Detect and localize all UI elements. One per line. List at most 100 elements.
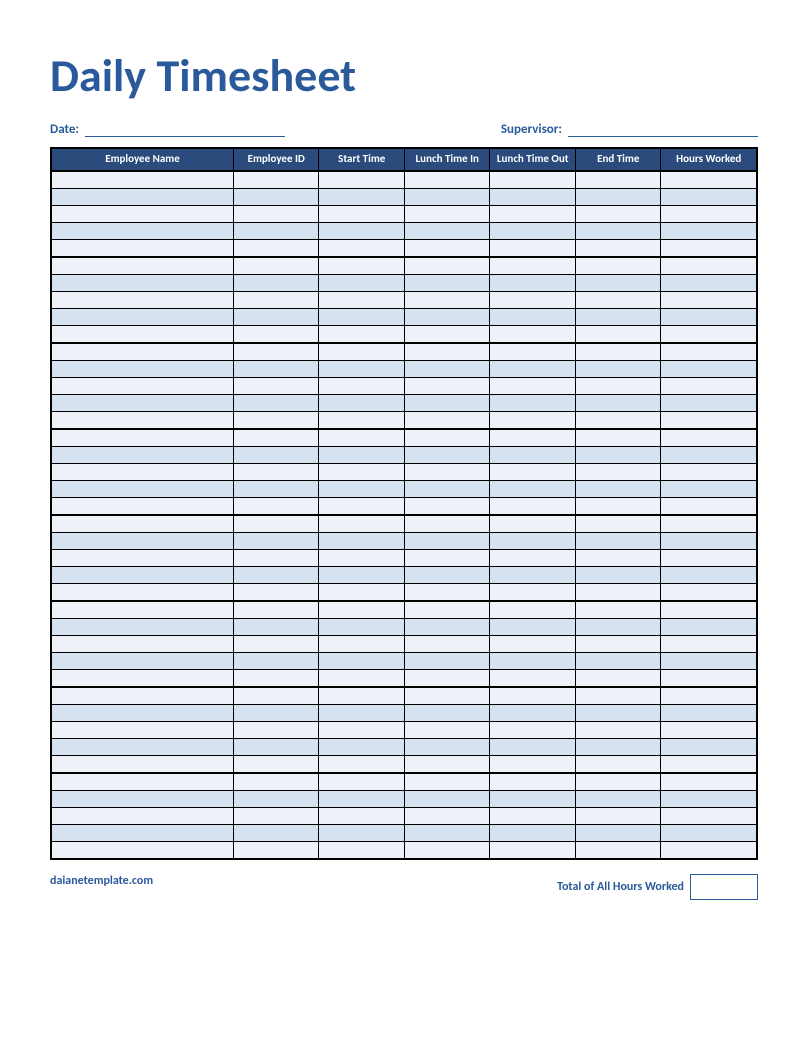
cell[interactable] <box>51 188 233 205</box>
cell[interactable] <box>404 755 490 773</box>
cell[interactable] <box>661 394 757 411</box>
cell[interactable] <box>51 532 233 549</box>
cell[interactable] <box>490 583 576 601</box>
cell[interactable] <box>404 171 490 189</box>
cell[interactable] <box>575 652 661 669</box>
cell[interactable] <box>661 343 757 361</box>
cell[interactable] <box>661 257 757 275</box>
cell[interactable] <box>319 377 405 394</box>
cell[interactable] <box>233 515 319 533</box>
cell[interactable] <box>661 377 757 394</box>
cell[interactable] <box>51 239 233 257</box>
cell[interactable] <box>404 807 490 824</box>
cell[interactable] <box>575 377 661 394</box>
cell[interactable] <box>661 171 757 189</box>
cell[interactable] <box>490 188 576 205</box>
cell[interactable] <box>319 790 405 807</box>
supervisor-input-line[interactable] <box>568 122 758 137</box>
cell[interactable] <box>661 652 757 669</box>
cell[interactable] <box>661 274 757 291</box>
cell[interactable] <box>404 411 490 429</box>
cell[interactable] <box>51 618 233 635</box>
cell[interactable] <box>319 429 405 447</box>
cell[interactable] <box>661 721 757 738</box>
cell[interactable] <box>233 669 319 687</box>
cell[interactable] <box>51 721 233 738</box>
cell[interactable] <box>404 291 490 308</box>
cell[interactable] <box>233 463 319 480</box>
cell[interactable] <box>51 291 233 308</box>
cell[interactable] <box>661 205 757 222</box>
cell[interactable] <box>233 325 319 343</box>
cell[interactable] <box>490 704 576 721</box>
cell[interactable] <box>490 618 576 635</box>
cell[interactable] <box>233 583 319 601</box>
cell[interactable] <box>661 618 757 635</box>
cell[interactable] <box>404 325 490 343</box>
cell[interactable] <box>233 446 319 463</box>
cell[interactable] <box>233 274 319 291</box>
cell[interactable] <box>319 652 405 669</box>
cell[interactable] <box>661 755 757 773</box>
cell[interactable] <box>661 687 757 705</box>
cell[interactable] <box>404 239 490 257</box>
cell[interactable] <box>233 790 319 807</box>
cell[interactable] <box>51 257 233 275</box>
cell[interactable] <box>490 463 576 480</box>
cell[interactable] <box>404 377 490 394</box>
cell[interactable] <box>404 669 490 687</box>
cell[interactable] <box>661 222 757 239</box>
cell[interactable] <box>661 291 757 308</box>
cell[interactable] <box>575 583 661 601</box>
cell[interactable] <box>51 755 233 773</box>
cell[interactable] <box>404 532 490 549</box>
cell[interactable] <box>233 635 319 652</box>
cell[interactable] <box>233 704 319 721</box>
cell[interactable] <box>319 394 405 411</box>
cell[interactable] <box>51 205 233 222</box>
cell[interactable] <box>319 480 405 497</box>
cell[interactable] <box>661 635 757 652</box>
cell[interactable] <box>319 222 405 239</box>
cell[interactable] <box>404 601 490 619</box>
cell[interactable] <box>319 463 405 480</box>
cell[interactable] <box>404 497 490 515</box>
cell[interactable] <box>404 738 490 755</box>
cell[interactable] <box>661 325 757 343</box>
cell[interactable] <box>575 549 661 566</box>
cell[interactable] <box>404 687 490 705</box>
cell[interactable] <box>233 171 319 189</box>
cell[interactable] <box>575 239 661 257</box>
cell[interactable] <box>51 601 233 619</box>
cell[interactable] <box>233 343 319 361</box>
cell[interactable] <box>51 274 233 291</box>
cell[interactable] <box>233 205 319 222</box>
cell[interactable] <box>575 532 661 549</box>
cell[interactable] <box>51 429 233 447</box>
cell[interactable] <box>575 360 661 377</box>
cell[interactable] <box>51 360 233 377</box>
cell[interactable] <box>233 377 319 394</box>
cell[interactable] <box>404 635 490 652</box>
cell[interactable] <box>575 635 661 652</box>
cell[interactable] <box>661 188 757 205</box>
cell[interactable] <box>233 721 319 738</box>
cell[interactable] <box>51 773 233 791</box>
cell[interactable] <box>404 583 490 601</box>
cell[interactable] <box>575 618 661 635</box>
cell[interactable] <box>661 704 757 721</box>
cell[interactable] <box>490 239 576 257</box>
cell[interactable] <box>490 635 576 652</box>
cell[interactable] <box>319 411 405 429</box>
cell[interactable] <box>319 325 405 343</box>
cell[interactable] <box>233 222 319 239</box>
cell[interactable] <box>51 704 233 721</box>
cell[interactable] <box>575 257 661 275</box>
total-value-box[interactable] <box>690 874 758 900</box>
cell[interactable] <box>661 549 757 566</box>
cell[interactable] <box>490 497 576 515</box>
cell[interactable] <box>404 446 490 463</box>
cell[interactable] <box>575 755 661 773</box>
cell[interactable] <box>490 222 576 239</box>
cell[interactable] <box>490 308 576 325</box>
